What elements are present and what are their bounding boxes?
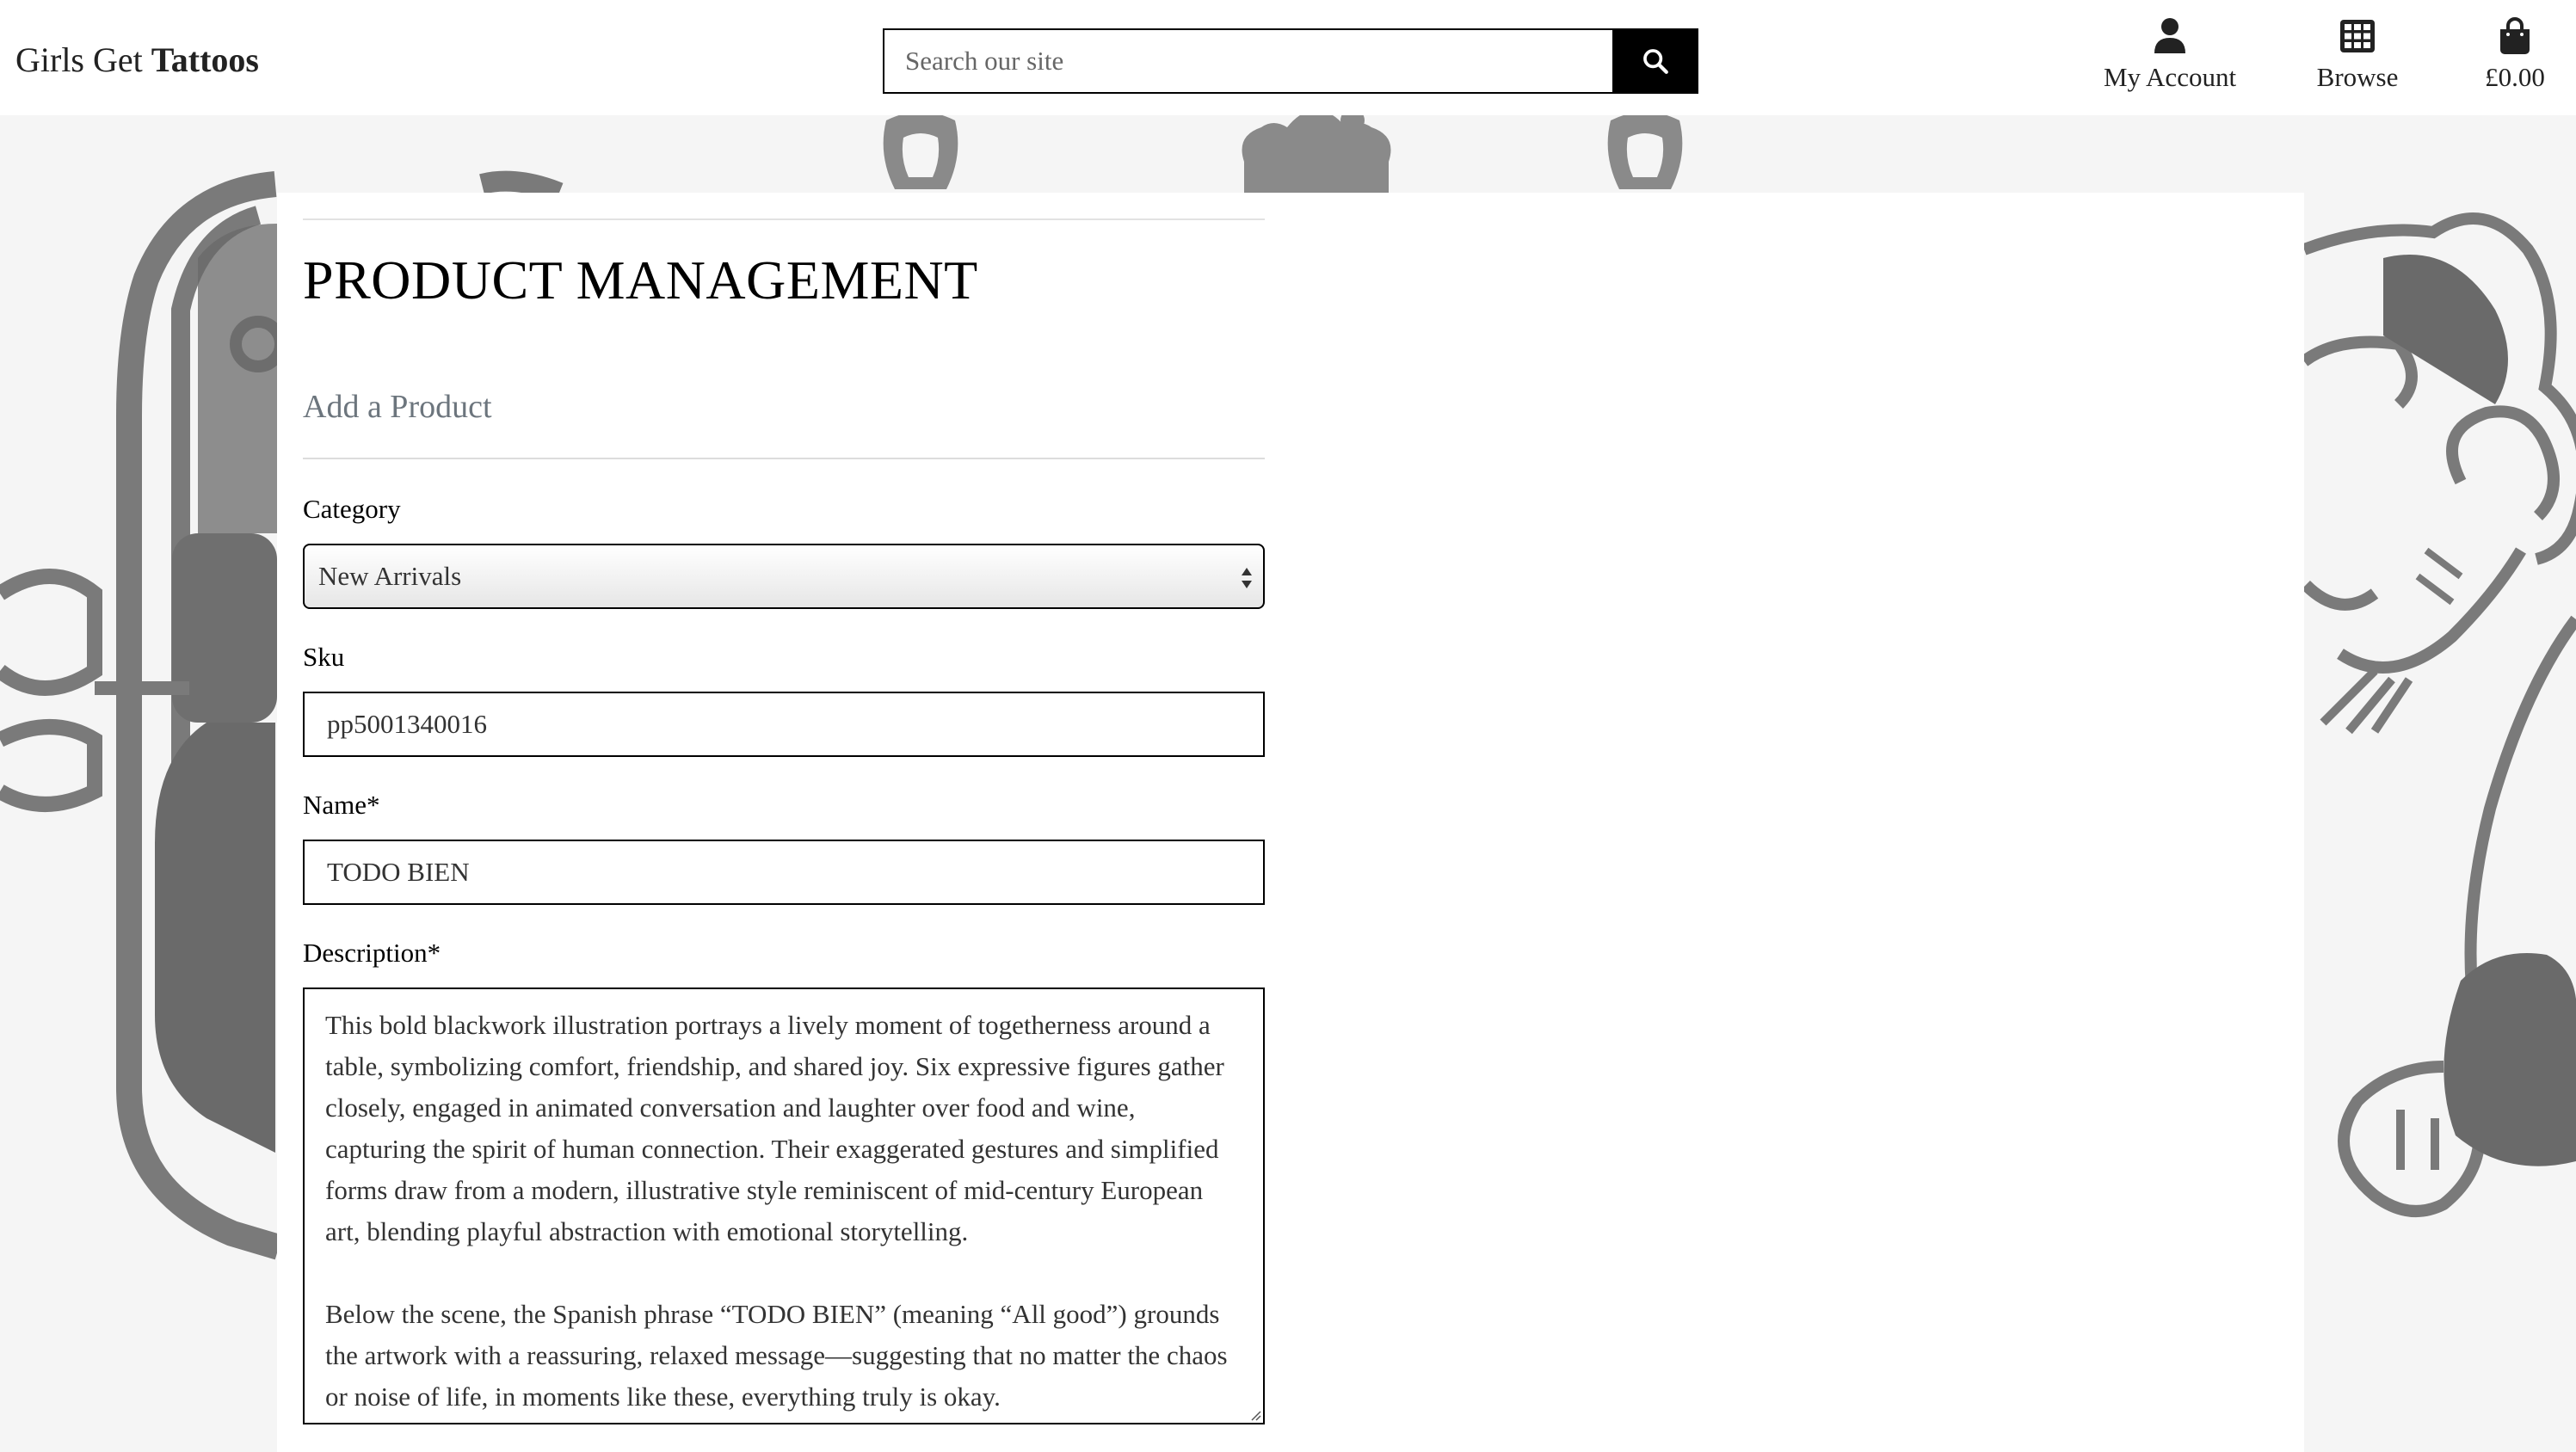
- divider-top: [303, 218, 1265, 220]
- user-icon: [2151, 17, 2189, 55]
- search-input[interactable]: [883, 28, 1614, 94]
- site-header: Girls Get Tattoos My Account: [0, 0, 2576, 115]
- main-panel: PRODUCT MANAGEMENT Add a Product Categor…: [277, 193, 2304, 1452]
- category-label: Category: [303, 494, 401, 524]
- form-subtitle: Add a Product: [303, 389, 492, 425]
- description-label: Description*: [303, 938, 441, 968]
- site-search: [883, 28, 1698, 94]
- description-textarea[interactable]: This bold blackwork illustration portray…: [303, 987, 1265, 1424]
- brand-name-regular: Girls Get: [15, 40, 143, 79]
- grid-icon: [2339, 17, 2376, 55]
- sku-input[interactable]: [303, 692, 1265, 757]
- nav-browse-label: Browse: [2316, 62, 2399, 92]
- resize-handle-icon[interactable]: [1248, 1407, 1261, 1421]
- select-arrows-icon: [1242, 568, 1252, 588]
- description-paragraph: This bold blackwork illustration portray…: [325, 1010, 1224, 1246]
- shopping-bag-icon: [2496, 17, 2534, 55]
- sku-label: Sku: [303, 642, 345, 672]
- search-button[interactable]: [1612, 28, 1698, 94]
- nav-my-account-label: My Account: [2103, 62, 2237, 92]
- nav-browse[interactable]: Browse: [2309, 17, 2406, 103]
- brand-name-bold: Tattoos: [151, 40, 259, 79]
- divider-subtitle: [303, 458, 1265, 459]
- crown-decoration: [883, 108, 1683, 193]
- search-icon: [1643, 49, 1668, 74]
- description-paragraph: Below the scene, the Spanish phrase “TOD…: [325, 1299, 1228, 1412]
- name-label: Name*: [303, 790, 380, 820]
- category-select[interactable]: New Arrivals: [303, 544, 1265, 609]
- bag-total: £0.00: [2485, 62, 2545, 92]
- category-selected-value: New Arrivals: [318, 561, 462, 591]
- page-title: PRODUCT MANAGEMENT: [303, 249, 978, 311]
- nav-my-account[interactable]: My Account: [2099, 17, 2240, 103]
- name-input[interactable]: [303, 840, 1265, 905]
- brand-logo[interactable]: Girls Get Tattoos: [15, 36, 259, 84]
- nav-shopping-bag[interactable]: £0.00: [2468, 17, 2562, 103]
